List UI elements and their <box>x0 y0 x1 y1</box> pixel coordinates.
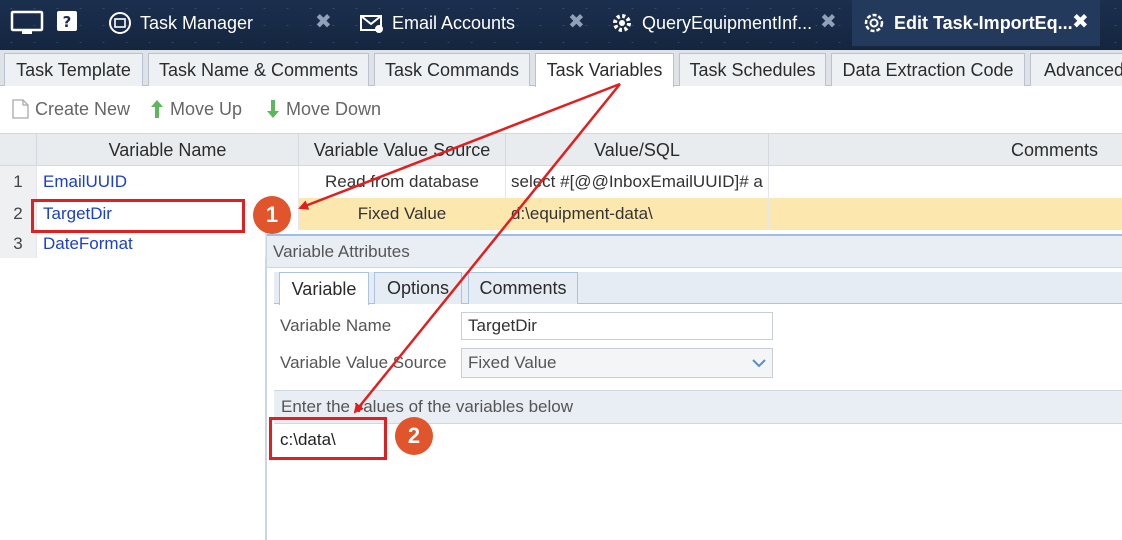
variable-name-cell[interactable]: DateFormat <box>37 230 266 258</box>
tab-advanced[interactable]: Advanced <box>1030 53 1122 86</box>
variable-name-row: Variable Name TargetDir <box>274 310 1122 342</box>
window-tab-label: Edit Task-ImportEq... <box>894 12 1073 33</box>
column-header-value-source[interactable]: Variable Value Source <box>299 134 506 166</box>
move-down-button[interactable]: Move Down <box>266 97 381 121</box>
row-number: 1 <box>0 166 37 198</box>
variable-name-cell[interactable]: TargetDir <box>37 198 299 230</box>
app-window: ? Task Manager ✖ Email Accounts ✖ QueryE… <box>0 0 1122 540</box>
table-row[interactable]: 1 EmailUUID Read from database select #[… <box>0 166 1122 198</box>
email-accounts-icon <box>360 11 384 35</box>
attributes-tab-bar: Variable Options Comments <box>274 272 1122 305</box>
gear-outline-icon <box>862 11 886 35</box>
close-tab-icon[interactable]: ✖ <box>820 12 837 32</box>
tab-task-name-comments[interactable]: Task Name & Comments <box>148 53 369 86</box>
create-new-label: Create New <box>35 98 131 119</box>
table-row-selected[interactable]: 2 TargetDir Fixed Value d:\equipment-dat… <box>0 198 1122 230</box>
tab-task-variables[interactable]: Task Variables <box>535 53 674 87</box>
comments-cell[interactable] <box>769 198 1122 230</box>
arrow-up-icon <box>150 99 164 119</box>
comments-cell[interactable] <box>769 166 1122 198</box>
tab-task-schedules[interactable]: Task Schedules <box>679 53 826 86</box>
close-tab-icon[interactable]: ✖ <box>568 12 585 32</box>
values-heading: Enter the values of the variables below <box>274 390 1122 424</box>
variable-name-cell[interactable]: EmailUUID <box>37 166 299 198</box>
value-source-cell[interactable]: Read from database <box>299 166 506 198</box>
window-tab-edit-task[interactable]: Edit Task-ImportEq... ✖ <box>852 0 1100 46</box>
property-tab-bar: Task Template Task Name & Comments Task … <box>0 50 1122 87</box>
value-source-cell[interactable]: Fixed Value <box>299 198 506 230</box>
variable-attributes-panel: Variable Attributes Variable Options Com… <box>266 234 1122 540</box>
tab-task-template[interactable]: Task Template <box>4 53 143 86</box>
move-up-label: Move Up <box>170 98 243 119</box>
window-tab-bar: ? Task Manager ✖ Email Accounts ✖ QueryE… <box>0 0 1122 50</box>
value-source-row: Variable Value Source Fixed Value <box>274 347 1122 379</box>
gear-icon <box>610 11 634 35</box>
task-manager-icon <box>108 11 132 35</box>
close-tab-icon[interactable]: ✖ <box>315 12 332 32</box>
create-new-button[interactable]: Create New <box>12 97 130 121</box>
tab-variable[interactable]: Variable <box>279 272 369 305</box>
window-tab-label: QueryEquipmentInf... <box>642 12 813 33</box>
window-tab-label: Email Accounts <box>392 12 516 33</box>
column-header-variable-name[interactable]: Variable Name <box>37 134 299 166</box>
tab-options[interactable]: Options <box>374 272 462 304</box>
tab-task-commands[interactable]: Task Commands <box>374 53 530 86</box>
chevron-down-icon[interactable] <box>746 349 772 377</box>
close-tab-icon[interactable]: ✖ <box>1072 12 1089 32</box>
move-down-label: Move Down <box>286 98 382 119</box>
variable-values-textarea[interactable]: c:\data\ <box>274 424 1122 540</box>
svg-text:?: ? <box>63 13 72 31</box>
toolbar: Create New Move Up Move Down <box>0 87 1122 132</box>
window-tab-query-equipment[interactable]: QueryEquipmentInf... ✖ <box>604 0 842 46</box>
variable-name-field[interactable]: TargetDir <box>461 312 773 340</box>
grid-header: Variable Name Variable Value Source Valu… <box>0 133 1122 166</box>
column-header-comments[interactable]: Comments <box>769 134 1122 166</box>
value-source-selected: Fixed Value <box>468 353 557 372</box>
tab-comments[interactable]: Comments <box>468 272 578 304</box>
row-number-header <box>0 134 37 166</box>
window-tab-label: Task Manager <box>140 12 254 33</box>
row-number: 2 <box>0 198 37 230</box>
value-sql-cell[interactable]: select #[@@InboxEmailUUID]# a <box>506 166 769 198</box>
new-document-icon <box>12 99 29 119</box>
move-up-button[interactable]: Move Up <box>150 97 242 121</box>
help-icon[interactable]: ? <box>56 10 78 36</box>
row-number: 3 <box>0 230 37 258</box>
value-source-label: Variable Value Source <box>280 353 447 372</box>
variable-values-text: c:\data\ <box>280 430 336 449</box>
value-source-select[interactable]: Fixed Value <box>461 348 773 378</box>
column-header-value-sql[interactable]: Value/SQL <box>506 134 769 166</box>
tab-data-extraction-code[interactable]: Data Extraction Code <box>831 53 1025 86</box>
panel-title: Variable Attributes <box>267 234 1122 268</box>
value-sql-cell[interactable]: d:\equipment-data\ <box>506 198 769 230</box>
window-tab-task-manager[interactable]: Task Manager ✖ <box>100 0 340 46</box>
arrow-down-icon <box>266 99 280 119</box>
grid-empty-area <box>0 258 266 540</box>
window-tab-email-accounts[interactable]: Email Accounts ✖ <box>352 0 598 46</box>
variable-name-label: Variable Name <box>280 316 392 335</box>
monitor-icon[interactable] <box>10 10 44 36</box>
